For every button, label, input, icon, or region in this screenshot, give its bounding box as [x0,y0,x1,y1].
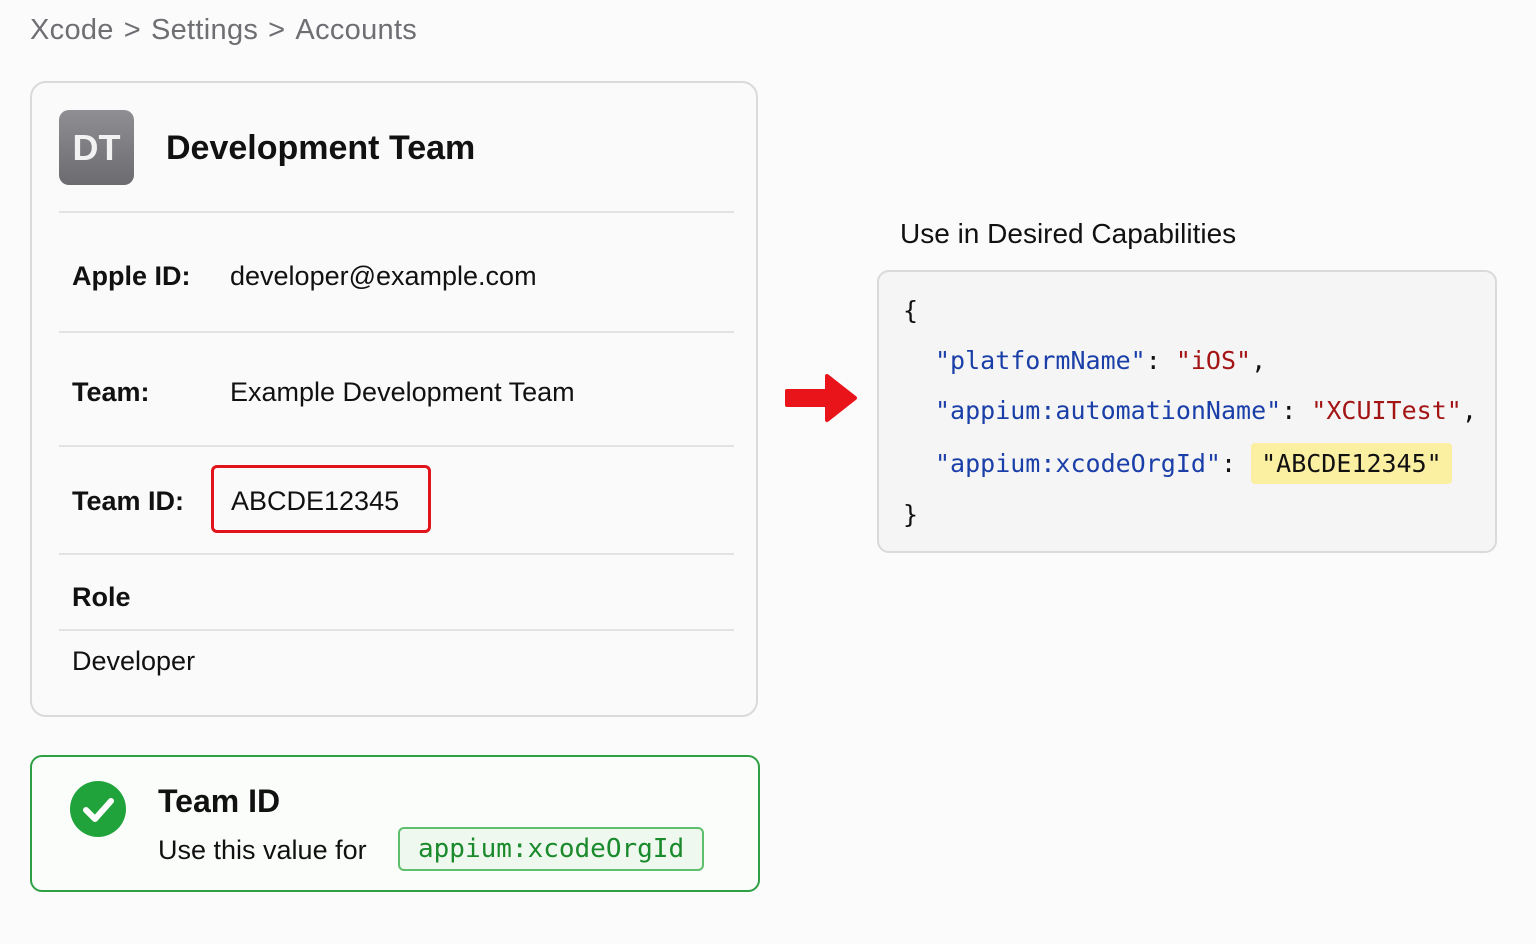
success-text: Use this value for [158,835,367,865]
json-colon: : [1220,449,1252,478]
json-colon: : [1281,396,1312,425]
json-colon: : [1145,346,1176,375]
team-id-value[interactable]: ABCDE12345 [231,486,399,517]
code-line-xcode-org-id: "appium:xcodeOrgId": "ABCDE12345" [935,443,1452,484]
team-value: Example Development Team [230,377,575,407]
team-id-success-card: Team ID Use this value for appium:xcodeO… [30,755,760,892]
right-arrow-icon [783,370,861,431]
json-comma: , [1461,396,1477,425]
code-open-brace: { [903,296,919,325]
json-key: "platformName" [935,346,1146,375]
checkmark-circle-icon [70,781,126,837]
breadcrumb-item-accounts[interactable]: Accounts [295,14,417,46]
json-value-highlighted: "ABCDE12345" [1251,443,1452,484]
team-id-highlight-box: ABCDE12345 [211,465,431,533]
role-label: Role [72,582,131,612]
capability-key-pill[interactable]: appium:xcodeOrgId [398,827,705,871]
code-line-platform-name: "platformName": "iOS", [935,346,1266,375]
divider [59,331,734,333]
team-name-title: Development Team [166,129,476,167]
capabilities-code-block: { "platformName": "iOS", "appium:automat… [877,270,1497,553]
json-value: "iOS" [1175,346,1252,375]
breadcrumb-separator: > [123,14,141,46]
apple-id-value: developer@example.com [230,261,537,291]
account-card: DT Development Team Apple ID: developer@… [30,81,758,717]
team-label: Team: [72,377,150,407]
code-line-automation-name: "appium:automationName": "XCUITest", [935,396,1477,425]
divider [59,211,734,213]
divider [59,629,734,631]
team-avatar: DT [59,110,134,185]
json-comma: , [1251,346,1267,375]
success-title: Team ID [158,783,281,819]
breadcrumb-separator: > [268,14,286,46]
capabilities-title: Use in Desired Capabilities [900,218,1237,249]
team-id-label: Team ID: [72,486,185,516]
json-key: "appium:xcodeOrgId" [935,449,1221,478]
breadcrumb: Xcode > Settings > Accounts [30,14,417,47]
code-close-brace: } [903,500,919,529]
json-key: "appium:automationName" [935,396,1282,425]
divider [59,553,734,555]
json-value: "XCUITest" [1311,396,1462,425]
breadcrumb-item-xcode[interactable]: Xcode [30,14,114,46]
breadcrumb-item-settings[interactable]: Settings [151,14,258,46]
apple-id-label: Apple ID: [72,261,191,291]
role-value: Developer [72,646,196,676]
divider [59,445,734,447]
